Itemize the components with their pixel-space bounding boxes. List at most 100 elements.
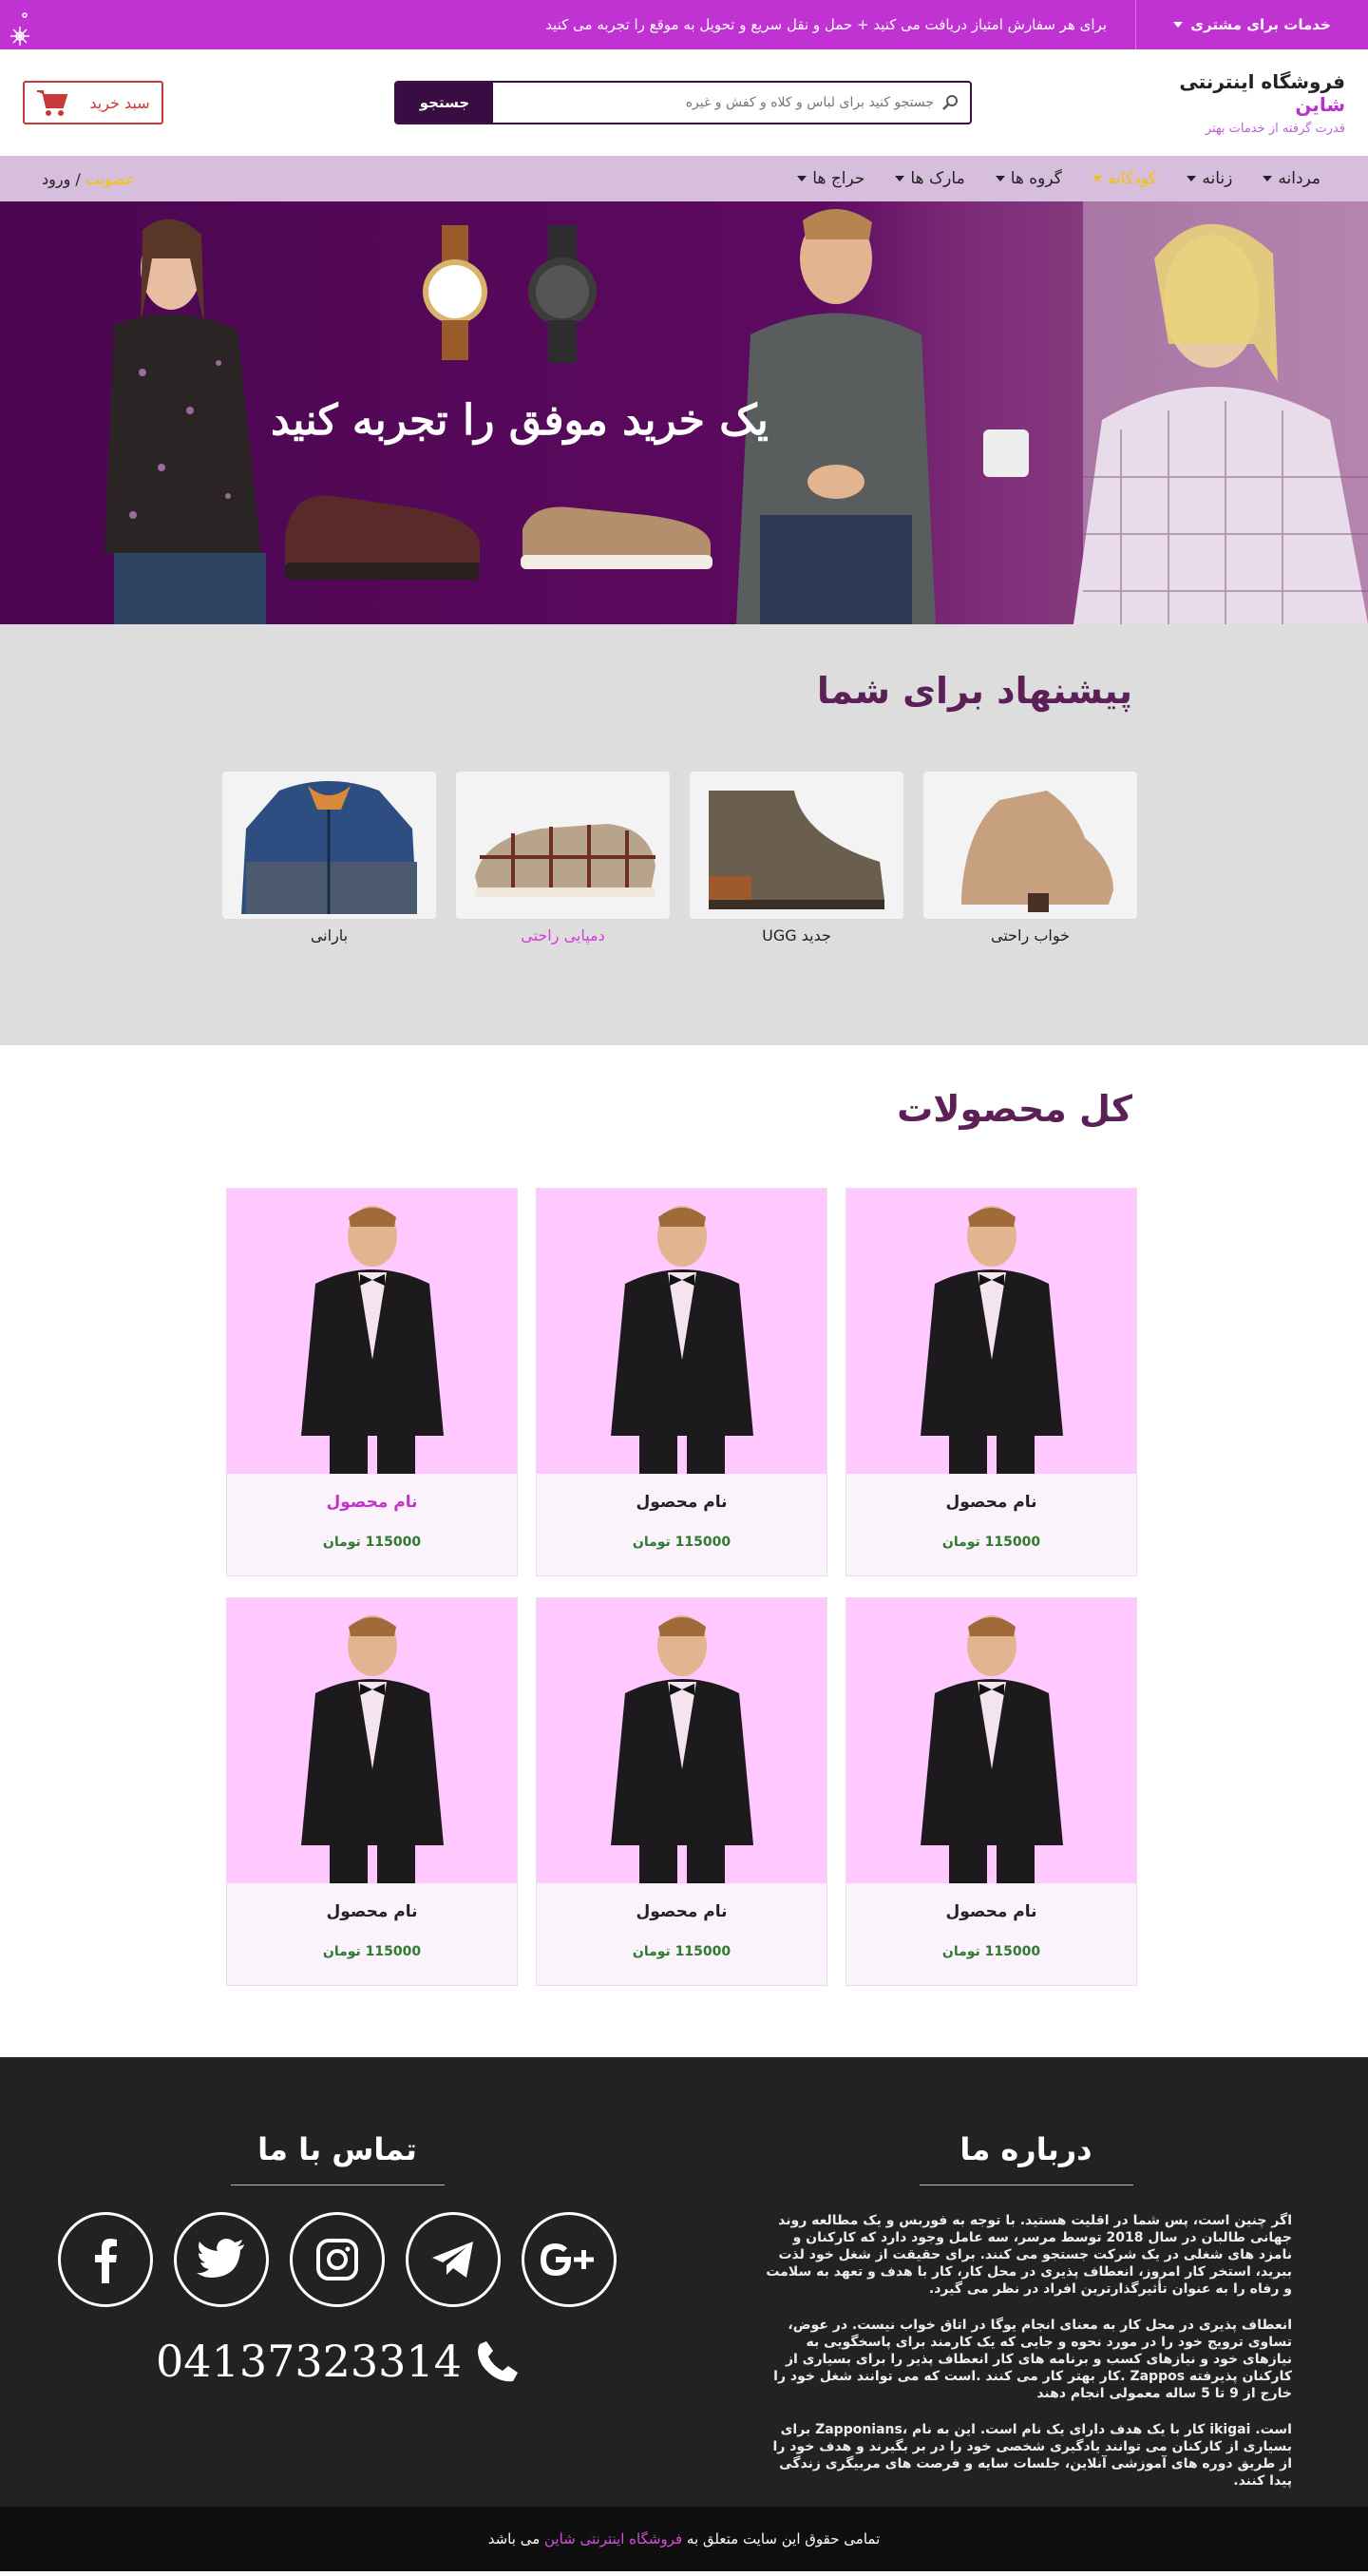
product-name: نام محصول (326, 1902, 418, 1921)
boot-burgundy-image (285, 495, 480, 580)
suggestion-card[interactable]: جدید UGG (690, 772, 903, 945)
about-title: درباره ما (960, 2131, 1092, 2167)
ankle-boot-tan-icon (961, 791, 1113, 912)
sparkle-icon (10, 12, 29, 46)
google-plus-icon (541, 2243, 594, 2276)
facebook-link[interactable] (58, 2212, 153, 2307)
product-price: 115000 تومان (322, 1944, 422, 1959)
suggestion-label: جدید UGG (762, 926, 831, 945)
copyright-bar: تمامی حقوق این سایت متعلق به فروشگاه این… (0, 2507, 1368, 2571)
suggestion-image (222, 772, 436, 919)
social-links (57, 2212, 618, 2307)
about-section: درباره ما اگر چنین است، پس شما در اقلیت … (760, 2131, 1292, 2509)
suggestion-image (690, 772, 903, 919)
login-link[interactable]: ورود (42, 170, 70, 188)
cart-label: سبد خرید (89, 93, 150, 112)
chevron-down-icon (895, 176, 905, 181)
product-image (846, 1598, 1136, 1883)
google-plus-link[interactable] (522, 2212, 617, 2307)
register-link[interactable]: عضویت (86, 170, 135, 188)
ugg-boot-icon (709, 791, 884, 909)
site-footer: درباره ما اگر چنین است، پس شما در اقلیت … (0, 2057, 1368, 2507)
nav-item-label: مارک ها (910, 169, 965, 188)
sneaker-tan-image (521, 506, 712, 569)
rain-jacket-icon (241, 781, 417, 914)
about-paragraph: است. ikigai کار با یک هدف دارای یک نام ا… (772, 2422, 1292, 2489)
suggestion-card[interactable]: خواب راحتی (923, 772, 1137, 945)
product-price: 115000 تومان (322, 1535, 422, 1550)
about-paragraph: انعطاف پذیری در محل کار به معنای انجام ی… (773, 2318, 1292, 2401)
product-card[interactable]: نام محصول 115000 تومان (226, 1597, 518, 1986)
suggestion-card[interactable]: بارانی (222, 772, 436, 945)
top-bar: خدمات برای مشتری برای هر سفارش امتیاز در… (0, 0, 1368, 49)
product-image (227, 1598, 517, 1883)
copyright-prefix: تمامی حقوق این سایت متعلق به (686, 2530, 881, 2547)
product-card[interactable]: نام محصول 115000 تومان (536, 1597, 827, 1986)
nav-item-men[interactable]: مردانه (1263, 169, 1320, 188)
suggestion-image (456, 772, 670, 919)
brand-tagline: قدرت گرفته از خدمات بهتر (1205, 121, 1345, 136)
chevron-down-icon (1263, 176, 1273, 181)
suggestion-label: خواب راحتی (991, 926, 1070, 945)
product-card[interactable]: نام محصول 115000 تومان (226, 1188, 518, 1576)
product-name: نام محصول (945, 1902, 1037, 1921)
suggestion-card[interactable]: دمپایی راحتی (456, 772, 670, 945)
product-card[interactable]: نام محصول 115000 تومان (846, 1597, 1137, 1986)
instagram-link[interactable] (290, 2212, 385, 2307)
suggestions-title: پیشنهاد برای شما (816, 670, 1132, 712)
product-name: نام محصول (636, 1902, 728, 1921)
nav-item-brands[interactable]: مارک ها (895, 169, 965, 188)
phone-number: 04137323314 (156, 2336, 462, 2387)
man-tuxedo-image (610, 1206, 753, 1474)
product-price: 115000 تومان (632, 1944, 732, 1959)
customer-services-label: خدمات برای مشتری (1190, 16, 1331, 33)
customer-services-menu[interactable]: خدمات برای مشتری (1135, 0, 1368, 49)
product-image (537, 1189, 826, 1474)
chevron-down-icon (1187, 176, 1197, 181)
man-tuxedo-image (300, 1206, 444, 1474)
telegram-icon (432, 2242, 473, 2278)
brand-logo[interactable]: فروشگاه اینترنتی شاین قدرت گرفته از خدما… (1136, 70, 1345, 136)
chevron-down-icon (1092, 176, 1102, 181)
nav-item-groups[interactable]: گروه ها (995, 169, 1062, 188)
hero-headline: یک خرید موفق را تجربه کنید (271, 396, 769, 445)
search-icon (942, 95, 958, 110)
woman-floral-image (104, 219, 266, 624)
nav-item-sales[interactable]: حراج ها (797, 169, 864, 188)
product-price: 115000 تومان (941, 1944, 1041, 1959)
phone-number-row[interactable]: 04137323314 (57, 2336, 618, 2387)
search-input[interactable] (504, 95, 934, 110)
product-image (537, 1598, 826, 1883)
product-name: نام محصول (945, 1493, 1037, 1512)
man-tuxedo-image (920, 1615, 1063, 1883)
twitter-icon (197, 2239, 244, 2278)
nav-item-women[interactable]: زنانه (1187, 169, 1232, 188)
nav-item-label: گروه ها (1010, 169, 1062, 188)
suggestion-image (923, 772, 1137, 919)
twitter-link[interactable] (174, 2212, 269, 2307)
telegram-link[interactable] (406, 2212, 501, 2307)
products-section: کل محصولات نام محصول 115000 تومان نام مح… (0, 1045, 1368, 2057)
product-card[interactable]: نام محصول 115000 تومان (846, 1188, 1137, 1576)
woman-plaid-image (983, 201, 1368, 624)
nav-item-label: مردانه (1278, 169, 1320, 188)
facebook-icon (95, 2239, 117, 2283)
chevron-down-icon (797, 176, 808, 181)
chevron-down-icon (1173, 22, 1184, 28)
search-button[interactable]: جستجو (396, 83, 493, 123)
product-price: 115000 تومان (632, 1535, 732, 1550)
cart-button[interactable]: سبد خرید (23, 81, 163, 124)
hero-banner[interactable]: یک خرید موفق را تجربه کنید (0, 201, 1368, 624)
phone-icon (478, 2341, 518, 2382)
search-bar: جستجو (394, 81, 972, 124)
products-grid: نام محصول 115000 تومان نام محصول 115000 … (226, 1188, 1137, 1986)
nav-item-label: کودکانه (1107, 169, 1157, 188)
copyright-brand-link[interactable]: فروشگاه اینترنتی شاین (544, 2530, 682, 2547)
instagram-icon (316, 2239, 358, 2280)
main-nav: مردانه زنانه کودکانه گروه ها مارک ها حرا… (0, 156, 1368, 201)
product-card[interactable]: نام محصول 115000 تومان (536, 1188, 827, 1576)
man-tuxedo-image (920, 1206, 1063, 1474)
nav-item-label: حراج ها (812, 169, 865, 188)
contact-title: تماس با ما (257, 2131, 417, 2167)
nav-item-kids[interactable]: کودکانه (1092, 169, 1157, 188)
